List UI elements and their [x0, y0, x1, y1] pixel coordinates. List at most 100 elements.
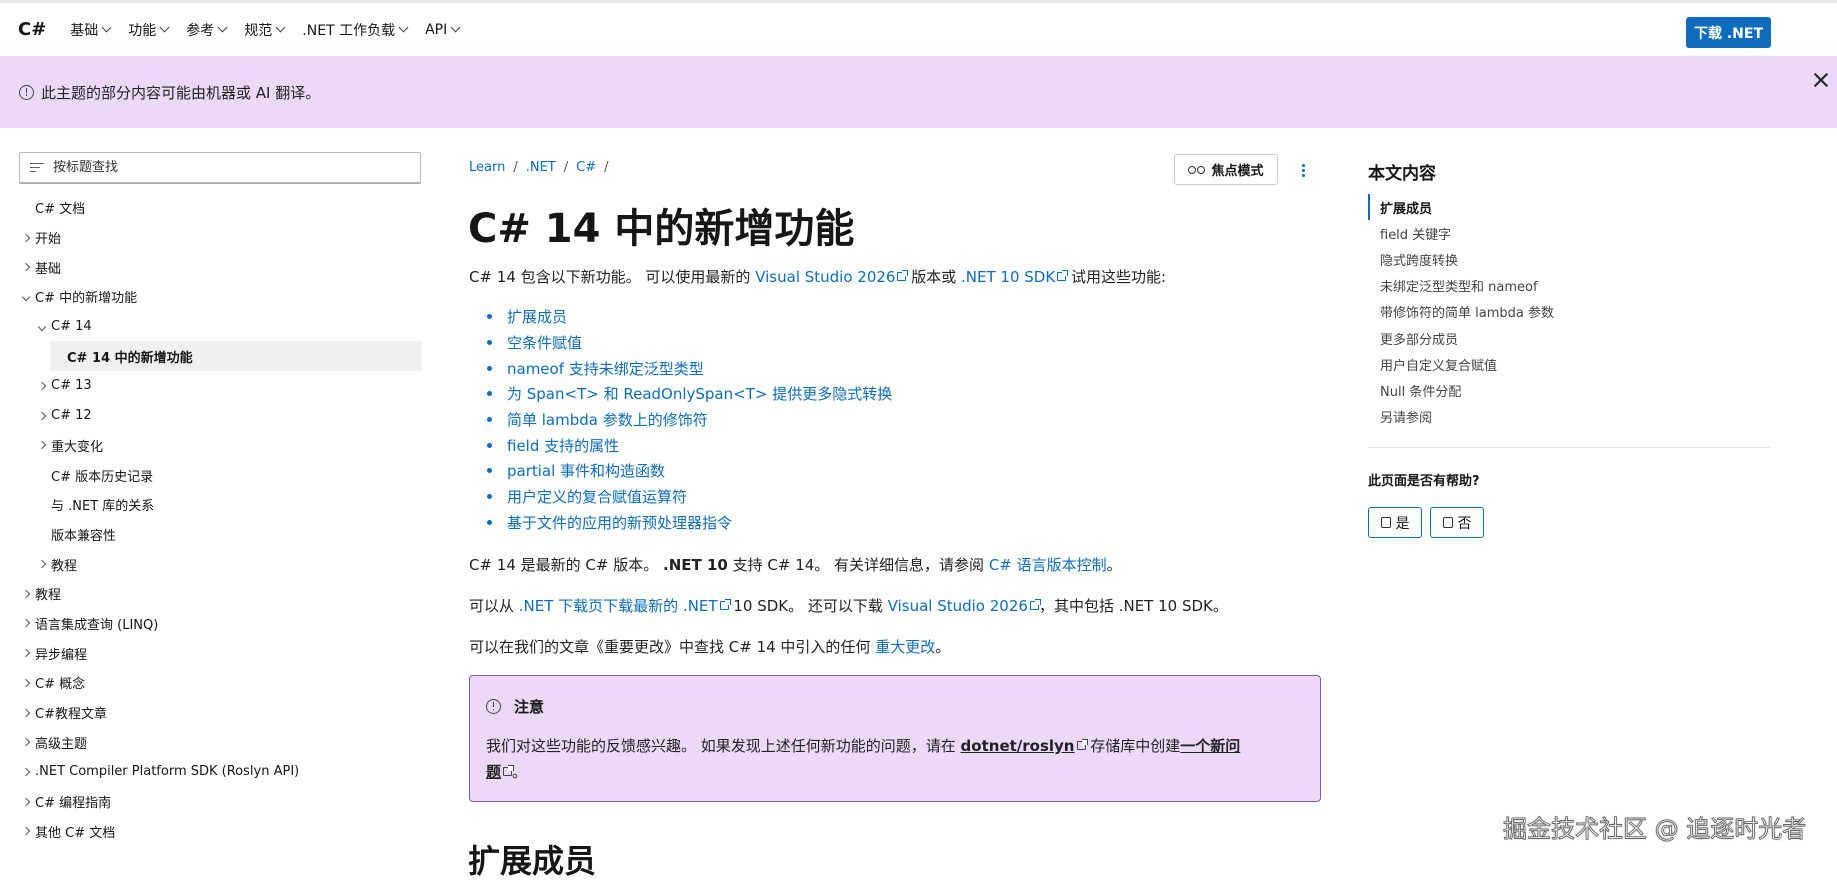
- in-this-article-title: 本文内容: [1368, 164, 1436, 184]
- sidebar-item[interactable]: .NET Compiler Platform SDK (Roslyn API): [19, 757, 421, 787]
- filter-input[interactable]: [53, 160, 393, 175]
- in-this-article-link[interactable]: 扩展成员: [1368, 194, 1770, 221]
- sidebar-item-label: C# 中的新增功能: [35, 291, 138, 307]
- note-title: 注意: [486, 696, 1304, 717]
- breaking-changes-paragraph: 可以在我们的文章《重要更改》中查找 C# 14 中引入的任何 重大更改。: [469, 638, 951, 656]
- external-link-icon: [1076, 739, 1088, 750]
- breadcrumb: Learn / .NET / C# /: [469, 160, 609, 175]
- visual-studio-link[interactable]: Visual Studio 2026: [755, 268, 909, 286]
- breadcrumb-learn[interactable]: Learn: [469, 160, 505, 175]
- feature-link-lambda-modifiers[interactable]: 简单 lambda 参数上的修饰符: [507, 409, 708, 430]
- sidebar-item-label: 基础: [35, 261, 62, 277]
- in-this-article-link[interactable]: 未绑定泛型类型和 nameof: [1368, 273, 1770, 299]
- external-link-icon: [1057, 270, 1069, 281]
- sidebar-item-label: 开始: [35, 232, 62, 248]
- breadcrumb-dotnet[interactable]: .NET: [526, 160, 556, 175]
- sidebar-item-label: 其他 C# 文档: [35, 825, 116, 841]
- feature-link-extension-members[interactable]: 扩展成员: [507, 306, 567, 327]
- roslyn-repo-link[interactable]: dotnet/roslyn: [961, 737, 1088, 755]
- chevron-right-icon: [21, 797, 31, 806]
- in-this-article-link[interactable]: Null 条件分配: [1368, 377, 1770, 403]
- feature-link-preprocessor[interactable]: 基于文件的应用的新预处理器指令: [507, 512, 732, 533]
- dotnet-sdk-link[interactable]: .NET 10 SDK: [961, 268, 1069, 286]
- nav-item-api[interactable]: API: [425, 22, 461, 38]
- chevron-right-icon: [37, 559, 47, 569]
- in-this-article-link[interactable]: field 关键字: [1368, 220, 1770, 246]
- sidebar-item[interactable]: C# 14 中的新增功能: [51, 341, 421, 372]
- download-dotnet-button[interactable]: 下载 .NET: [1686, 17, 1771, 48]
- toc-filter[interactable]: [19, 152, 421, 183]
- page-title: C# 14 中的新增功能: [468, 206, 855, 252]
- feature-link-field-keyword[interactable]: field 支持的属性: [507, 435, 619, 456]
- feature-link-partial[interactable]: partial 事件和构造函数: [507, 460, 665, 481]
- breaking-changes-link[interactable]: 重大更改: [875, 638, 935, 656]
- sidebar-item[interactable]: 开始: [19, 223, 421, 253]
- watermark: 掘金技术社区 @ 追逐时光者: [1503, 815, 1807, 844]
- intro-paragraph: C# 14 包含以下新功能。 可以使用最新的 Visual Studio 202…: [469, 268, 1167, 286]
- feedback-no-button[interactable]: 否: [1430, 507, 1484, 538]
- sidebar-item[interactable]: C#教程文章: [19, 698, 421, 728]
- sidebar-item[interactable]: 其他 C# 文档: [19, 816, 421, 846]
- sidebar-item-label: C# 14 中的新增功能: [67, 350, 193, 366]
- in-this-article-link[interactable]: 隐式跨度转换: [1368, 246, 1770, 272]
- feedback-question: 此页面是否有帮助?: [1368, 474, 1480, 489]
- sidebar-item[interactable]: C# 12: [19, 401, 421, 431]
- sidebar-item[interactable]: 与 .NET 库的关系: [19, 490, 421, 520]
- sidebar-item[interactable]: 高级主题: [19, 727, 421, 757]
- chevron-down-icon: [398, 22, 409, 33]
- more-options-icon[interactable]: [1302, 164, 1305, 177]
- sidebar-item[interactable]: C# 13: [19, 371, 421, 401]
- nav-item-basics[interactable]: 基础: [70, 20, 112, 40]
- sidebar-item[interactable]: 版本兼容性: [19, 520, 421, 550]
- nav-item-features[interactable]: 功能: [128, 20, 170, 40]
- sidebar-item[interactable]: 基础: [19, 252, 421, 282]
- sidebar-item[interactable]: 教程: [19, 549, 421, 579]
- feature-link-null-conditional[interactable]: 空条件赋值: [507, 332, 582, 353]
- in-this-article-link[interactable]: 更多部分成员: [1368, 325, 1770, 351]
- section-heading: 扩展成员: [468, 842, 597, 880]
- new-issue-link[interactable]: 题: [486, 763, 515, 781]
- chevron-down-icon: [450, 22, 461, 33]
- in-this-article-link[interactable]: 带修饰符的简单 lambda 参数: [1368, 299, 1770, 325]
- sidebar-item[interactable]: C# 14: [19, 312, 421, 342]
- nav-item-label: .NET 工作负载: [302, 22, 396, 39]
- feedback-yes-button[interactable]: 是: [1368, 507, 1422, 538]
- language-versioning-link[interactable]: C# 语言版本控制: [989, 556, 1107, 574]
- feature-link-nameof[interactable]: nameof 支持未绑定泛型类型: [507, 358, 704, 379]
- sidebar-item[interactable]: 教程: [19, 579, 421, 609]
- external-link-icon: [719, 599, 731, 610]
- nav-item-label: 参考: [186, 22, 215, 39]
- visual-studio-download-link[interactable]: Visual Studio 2026: [888, 597, 1041, 615]
- chevron-down-icon: [159, 22, 170, 33]
- breadcrumb-csharp[interactable]: C#: [576, 160, 596, 175]
- sidebar-item[interactable]: C# 概念: [19, 668, 421, 698]
- sidebar-item[interactable]: 重大变化: [19, 431, 421, 461]
- nav-item-specification[interactable]: 规范: [244, 20, 286, 40]
- sidebar-item[interactable]: C# 编程指南: [19, 787, 421, 817]
- chevron-right-icon: [21, 648, 31, 658]
- new-issue-link[interactable]: 一个新问: [1180, 737, 1240, 755]
- sidebar-item-label: 重大变化: [51, 439, 104, 455]
- sidebar-item-label: 异步编程: [35, 647, 88, 663]
- in-this-article-link[interactable]: 另请参阅: [1368, 404, 1770, 430]
- sidebar-item[interactable]: C# 文档: [19, 193, 421, 223]
- sidebar-item[interactable]: C# 中的新增功能: [19, 282, 421, 312]
- dotnet-download-link[interactable]: .NET 下载页下载最新的 .NET: [519, 597, 731, 615]
- sidebar-item[interactable]: 异步编程: [19, 638, 421, 668]
- breadcrumb-separator: /: [604, 160, 609, 175]
- brand-link[interactable]: C#: [18, 19, 46, 40]
- focus-mode-button[interactable]: 焦点模式: [1174, 154, 1278, 185]
- list-item: 扩展成员: [487, 304, 892, 330]
- nav-item-workloads[interactable]: .NET 工作负载: [302, 20, 409, 40]
- divider: [1368, 447, 1770, 448]
- in-this-article-link[interactable]: 用户自定义复合赋值: [1368, 351, 1770, 377]
- feature-link-compound-assignment[interactable]: 用户定义的复合赋值运算符: [507, 486, 687, 507]
- chevron-right-icon: [21, 767, 31, 777]
- chevron-down-icon: [21, 292, 31, 302]
- chevron-right-icon: [21, 708, 31, 717]
- feature-link-span-conversions[interactable]: 为 Span<T> 和 ReadOnlySpan<T> 提供更多隐式转换: [507, 383, 892, 404]
- close-banner-button[interactable]: [1812, 71, 1830, 89]
- sidebar-item[interactable]: 语言集成查询 (LINQ): [19, 609, 421, 639]
- sidebar-item[interactable]: C# 版本历史记录: [19, 460, 421, 490]
- nav-item-reference[interactable]: 参考: [186, 20, 228, 40]
